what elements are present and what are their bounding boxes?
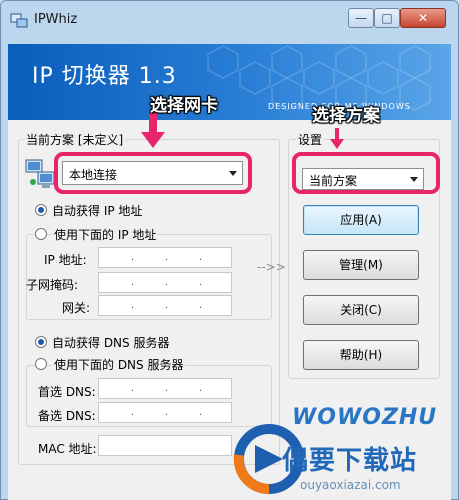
- banner: IP 切换器 1.3 DESIGNED FOR MS WINDOWS: [8, 44, 451, 120]
- help-button[interactable]: 帮助(H): [303, 340, 419, 370]
- dns-auto-label: 自动获得 DNS 服务器: [52, 336, 170, 350]
- alternate-dns-label: 备选 DNS:: [38, 409, 96, 423]
- apply-button[interactable]: 应用(A): [303, 205, 419, 235]
- plan-highlight-box: [292, 152, 440, 194]
- current-plan-legend: 当前方案 [未定义]: [24, 131, 126, 148]
- preferred-dns-label: 首选 DNS:: [38, 385, 96, 399]
- preferred-dns-input[interactable]: ...: [98, 378, 232, 399]
- ip-address-input[interactable]: ...: [98, 247, 232, 268]
- title-bar[interactable]: IPWhiz — □ ✕: [0, 0, 459, 44]
- gateway-label: 网关:: [62, 301, 91, 315]
- dns-manual-label: 使用下面的 DNS 服务器: [52, 356, 186, 373]
- mac-address-input[interactable]: [98, 435, 232, 456]
- window-title: IPWhiz: [34, 12, 78, 27]
- subnet-mask-label: 子网掩码:: [26, 278, 79, 292]
- dns-manual-radio[interactable]: [35, 358, 47, 370]
- select-nic-annotation: 选择网卡: [150, 96, 218, 116]
- ip-auto-label: 自动获得 IP 地址: [52, 204, 143, 218]
- ip-auto-radio[interactable]: [35, 204, 47, 216]
- network-app-icon: [10, 13, 28, 28]
- select-plan-annotation: 选择方案: [312, 106, 380, 126]
- watermark-url: ouyaoxiazai.com: [300, 478, 401, 492]
- maximize-button[interactable]: □: [374, 8, 400, 28]
- watermark-brand: WOWOZHU: [292, 405, 438, 430]
- subnet-mask-input[interactable]: ...: [98, 272, 232, 293]
- gateway-input[interactable]: ...: [98, 295, 232, 316]
- banner-title: IP 切换器 1.3: [32, 64, 177, 89]
- dns-auto-radio[interactable]: [35, 336, 47, 348]
- watermark-site-name: 偶要下载站: [282, 446, 418, 476]
- ip-manual-label: 使用下面的 IP 地址: [52, 226, 159, 243]
- network-computers-icon: [25, 159, 55, 188]
- arrow-down-icon: [330, 128, 344, 149]
- ip-address-label: IP 地址:: [44, 253, 87, 267]
- mac-address-label: MAC 地址:: [38, 442, 97, 456]
- settings-legend: 设置: [296, 131, 325, 148]
- close-button[interactable]: 关闭(C): [303, 295, 419, 325]
- minimize-button[interactable]: —: [348, 8, 374, 28]
- ip-manual-radio[interactable]: [35, 228, 47, 240]
- arrow-separator: -->>: [257, 260, 286, 274]
- nic-highlight-box: [54, 152, 252, 194]
- close-window-button[interactable]: ✕: [400, 8, 446, 28]
- alternate-dns-input[interactable]: ...: [98, 402, 232, 423]
- manage-button[interactable]: 管理(M): [303, 250, 419, 280]
- arrow-down-icon: [141, 110, 165, 148]
